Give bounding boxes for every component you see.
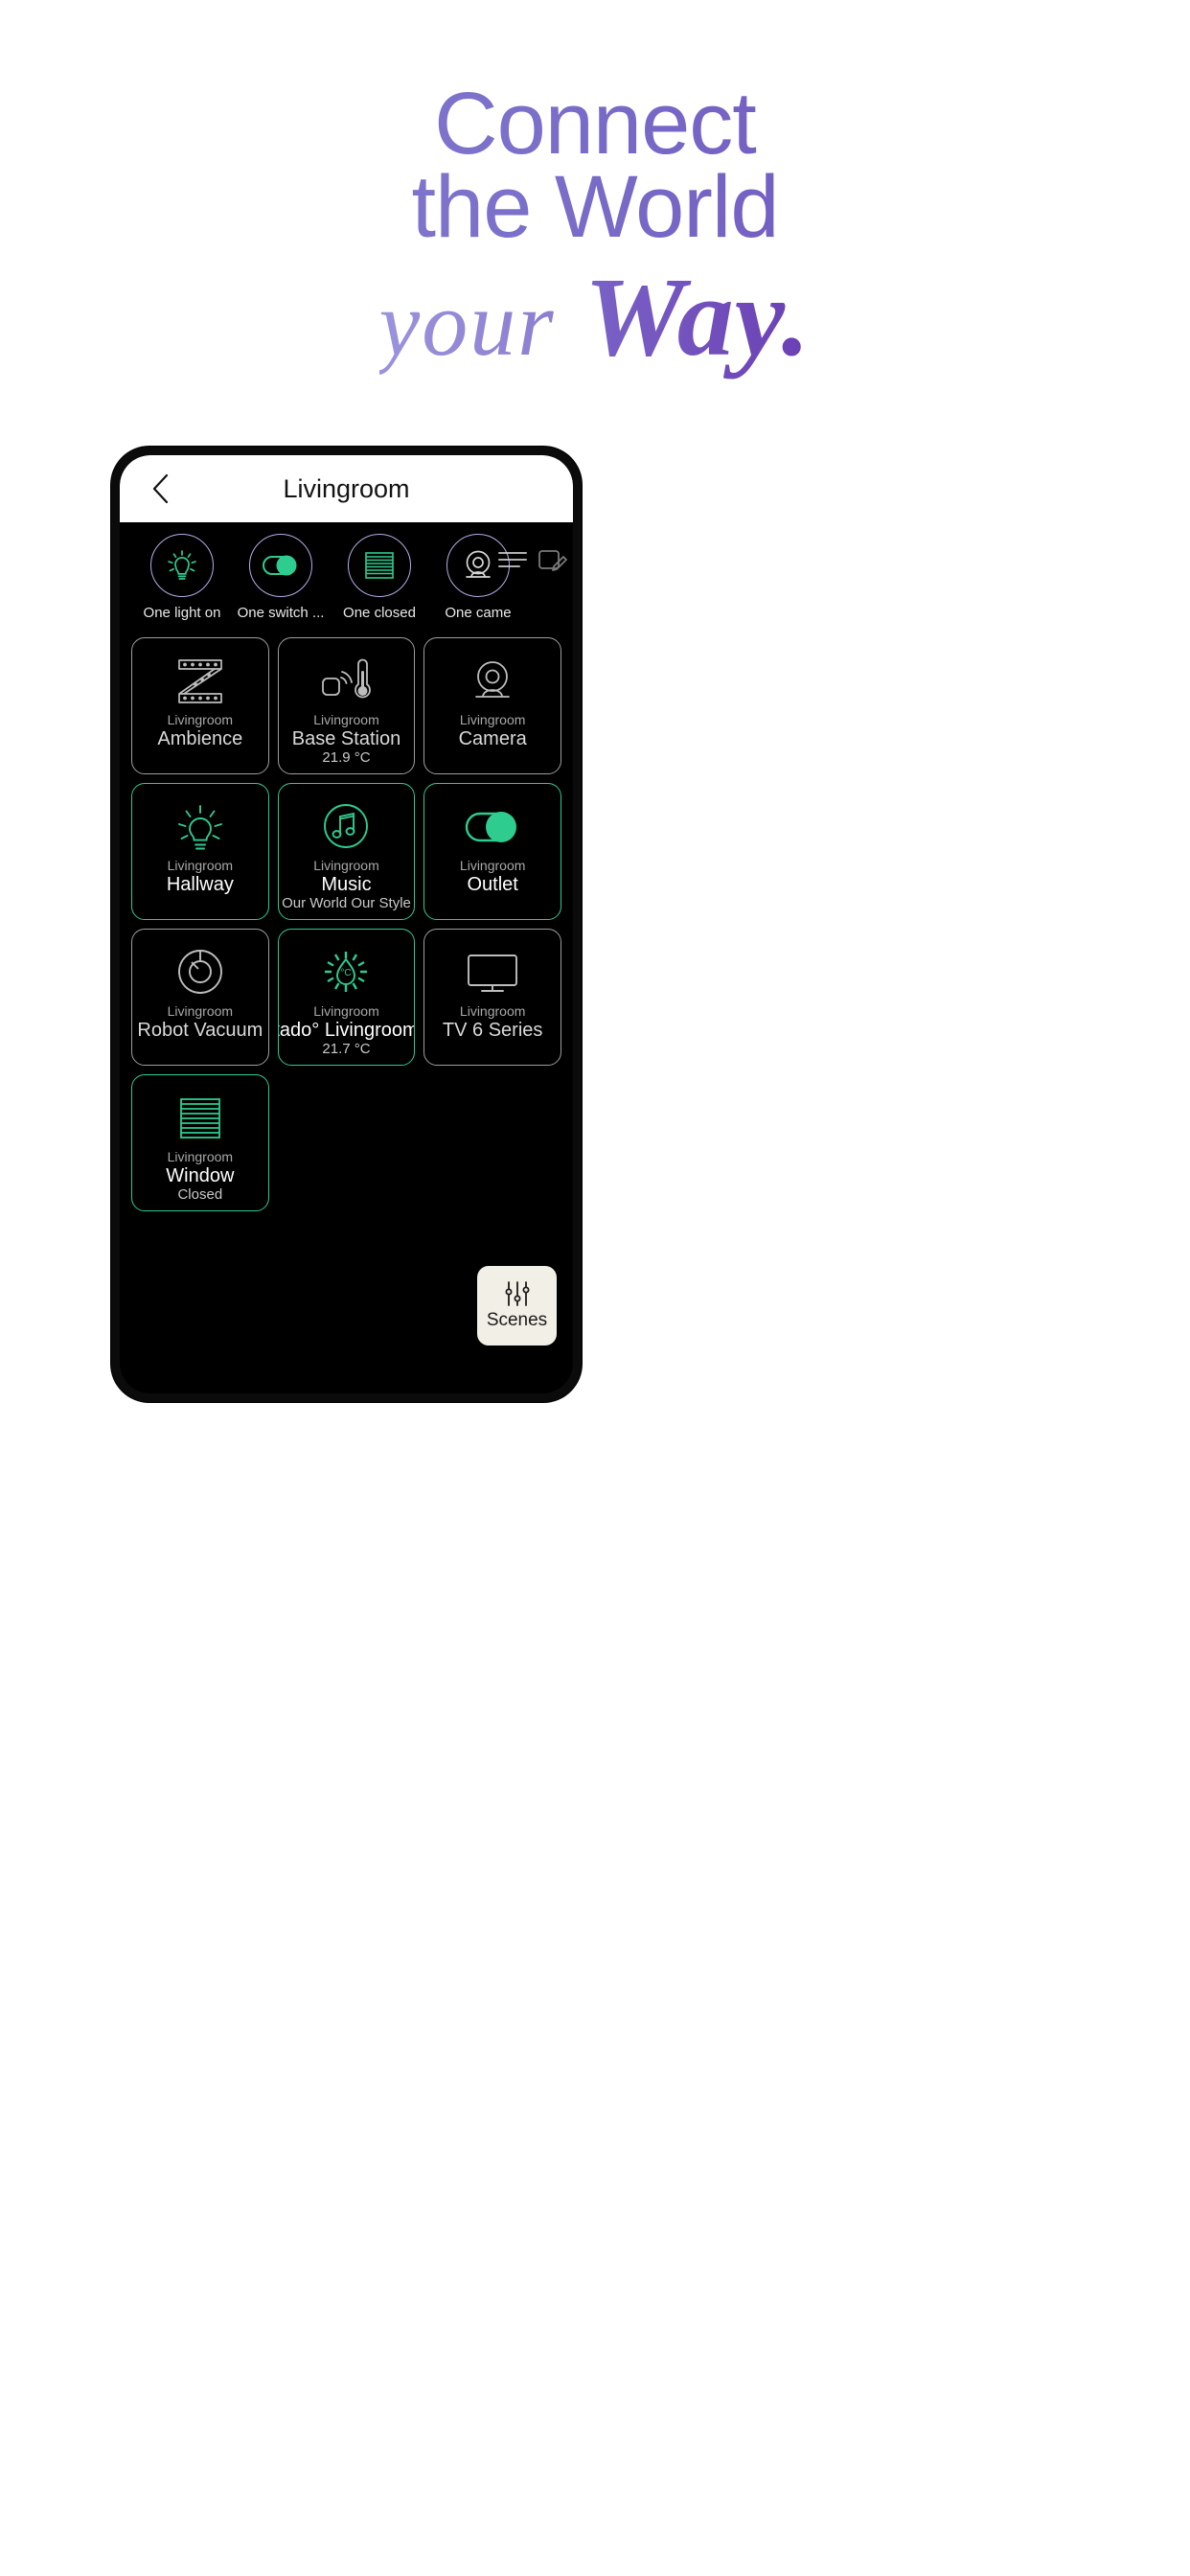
device-tile-grid: Livingroom Ambience Livingroom Base Stat… (120, 633, 573, 1211)
page-title: Livingroom (283, 473, 410, 503)
tile-name: Outlet (467, 874, 518, 896)
headline-line-1: Connect (0, 80, 1190, 168)
tile-room: Livingroom (459, 1003, 526, 1019)
tile-icon (172, 797, 229, 857)
headline-line-3: your Way. (0, 260, 1190, 373)
tile-icon (316, 652, 376, 711)
tile-sub: 21.7 °C (322, 1041, 371, 1058)
tile-ambience[interactable]: Livingroom Ambience (131, 637, 269, 774)
tile-room: Livingroom (167, 858, 234, 873)
back-button[interactable] (145, 472, 177, 505)
tile-room: Livingroom (167, 712, 234, 727)
status-item-switch[interactable]: One switch ... (232, 534, 330, 621)
status-item-label: One switch ... (237, 605, 325, 621)
blinds-icon (179, 1098, 220, 1138)
tile-icon: °C (318, 943, 374, 1002)
edit-devices-button[interactable] (537, 545, 567, 579)
edit-devices-icon (538, 550, 567, 571)
phone-screen: Livingroom One light on One switch ... O… (120, 455, 573, 1393)
status-ring (348, 534, 411, 597)
tile-music[interactable]: Livingroom Music Our World Our Style (277, 783, 416, 920)
menu-icon (498, 552, 527, 567)
status-item-label: One light on (143, 605, 221, 621)
tile-room: Livingroom (313, 858, 379, 873)
camera-icon (475, 661, 511, 698)
tile-robot-vacuum[interactable]: Livingroom Robot Vacuum (131, 929, 269, 1066)
status-summary-strip: One light on One switch ... One closed O… (120, 522, 573, 633)
tile-hallway[interactable]: Livingroom Hallway (131, 783, 269, 920)
tile-room: Livingroom (313, 1003, 379, 1019)
headline-way: Way. (584, 253, 812, 380)
strip-overlay-icons (496, 545, 567, 579)
tile-sub: Closed (177, 1186, 223, 1204)
tile-window[interactable]: Livingroom Window Closed (131, 1074, 269, 1211)
tile-thermostat[interactable]: °C Livingroom tado° Livingroom 21.7 °C (277, 929, 416, 1066)
tile-icon (463, 652, 522, 711)
sliders-icon (505, 1281, 529, 1306)
lightbulb-icon (177, 805, 222, 850)
toggle-on-icon (263, 555, 297, 576)
tile-icon (318, 797, 374, 857)
tile-name: Base Station (291, 728, 401, 750)
status-item-label: One closed (343, 605, 416, 621)
menu-button[interactable] (496, 547, 529, 577)
scenes-button[interactable]: Scenes (477, 1266, 557, 1346)
headline-your: your (378, 271, 556, 375)
lightbulb-icon (168, 550, 196, 580)
tv-icon (468, 954, 518, 992)
tile-name: Music (321, 874, 372, 896)
tile-name: TV 6 Series (442, 1020, 543, 1042)
led-strip-icon (177, 659, 222, 703)
tile-room: Livingroom (459, 712, 526, 727)
robot-vacuum-icon (177, 950, 222, 994)
app-bar: Livingroom (120, 455, 573, 522)
camera-icon (466, 550, 491, 578)
tile-room: Livingroom (313, 712, 379, 727)
status-ring (249, 534, 312, 597)
scenes-label: Scenes (486, 1310, 548, 1330)
status-item-light[interactable]: One light on (133, 534, 231, 621)
marketing-headline: Connect the World your Way. (0, 0, 1190, 450)
tile-name: tado° Livingroom (277, 1020, 416, 1042)
headline-line-2: the World (0, 163, 1190, 251)
blinds-icon (365, 552, 394, 579)
music-note-icon (324, 804, 369, 848)
tile-icon (463, 943, 522, 1002)
tile-room: Livingroom (459, 858, 526, 873)
tile-icon (173, 1089, 227, 1148)
status-item-label: One came (445, 605, 512, 621)
tile-camera[interactable]: Livingroom Camera (423, 637, 561, 774)
tile-outlet[interactable]: Livingroom Outlet (423, 783, 561, 920)
tile-base-station[interactable]: Livingroom Base Station 21.9 °C (277, 637, 416, 774)
tile-name: Ambience (157, 728, 243, 750)
status-item-blinds[interactable]: One closed (331, 534, 428, 621)
tile-tv[interactable]: Livingroom TV 6 Series (423, 929, 561, 1066)
toggle-on-icon (465, 812, 517, 842)
phone-mockup: Livingroom One light on One switch ... O… (111, 447, 582, 1402)
tile-icon (461, 797, 524, 857)
svg-text:°C: °C (341, 968, 352, 978)
chevron-left-icon (152, 473, 169, 504)
thermostat-icon: °C (325, 952, 368, 992)
tile-icon (172, 943, 228, 1002)
tile-name: Hallway (166, 874, 234, 896)
tile-room: Livingroom (167, 1003, 234, 1019)
tile-icon (171, 652, 230, 711)
tile-sub: 21.9 °C (322, 749, 371, 767)
tile-name: Robot Vacuum (137, 1020, 263, 1042)
tile-name: Camera (458, 728, 527, 750)
base-station-icon (322, 658, 372, 699)
tile-room: Livingroom (167, 1149, 234, 1164)
tile-sub: Our World Our Style (282, 895, 411, 912)
status-ring (150, 534, 214, 597)
tile-name: Window (166, 1165, 235, 1187)
